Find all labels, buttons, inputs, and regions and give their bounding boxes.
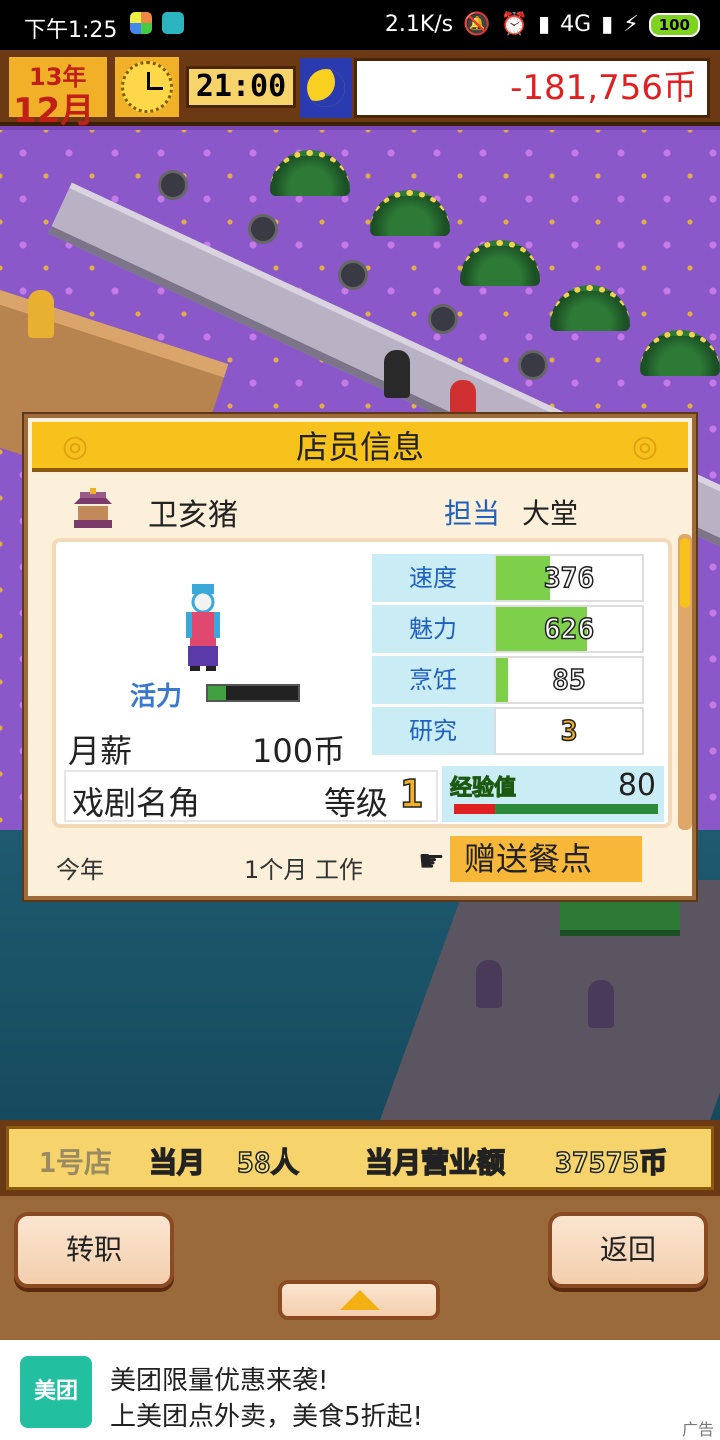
dialog-scrollbar[interactable] (678, 534, 692, 830)
transfer-job-button[interactable]: 转职 (14, 1212, 174, 1288)
stool (338, 260, 368, 290)
exp-label: 经验值 (449, 776, 517, 802)
stat-row-speed: 速度 376 (372, 554, 648, 602)
gift-meal-label: 赠送餐点 (450, 836, 642, 882)
top-hud: 13年 12月 21:00 -181,756币 (0, 50, 720, 131)
stat-name: 速度 (372, 554, 494, 602)
stool (248, 214, 278, 244)
notification-icons (130, 12, 184, 34)
stool (158, 170, 188, 200)
status-right: 2.1K/s 🔕 ⏰ ▮ 4G ▮ ⚡ 100 (385, 12, 700, 37)
shop-info-bar: 1号店 当月 58人 当月营业额 37575币 (0, 1120, 720, 1196)
exp-value: 80 (617, 768, 656, 803)
signal-icon-2: ▮ (601, 12, 614, 37)
shop-number: 1号店 (39, 1146, 112, 1179)
mute-icon: 🔕 (463, 12, 491, 37)
dept-value: 大堂 (522, 497, 579, 530)
gift-meal-button[interactable]: ☛ 赠送餐点 (418, 834, 642, 884)
staff-character (384, 350, 410, 398)
battery-indicator: 100 (648, 12, 700, 37)
dept-label: 担当 (444, 497, 501, 530)
expand-up-button[interactable] (278, 1280, 440, 1320)
stat-bar: 626 (494, 605, 644, 653)
footer-year: 今年 (56, 856, 104, 884)
app-notification-icon (130, 12, 152, 34)
stat-bar: 376 (494, 554, 644, 602)
rank-box: 戏剧名角 等级 1 (64, 770, 438, 822)
salary-label: 月薪 (68, 732, 133, 770)
month-label: 当月 (148, 1145, 206, 1180)
staff-info-dialog: 店员信息 卫亥猪 担当 大堂 活力 月薪 100币 速度 376 (24, 414, 696, 900)
stat-value: 85 (551, 662, 586, 697)
stats-table: 速度 376 魅力 626 烹饪 85 研究 3 (372, 554, 648, 758)
pedestrian-character (476, 960, 502, 1008)
pointing-hand-icon: ☛ (418, 844, 445, 879)
status-bar: 下午1:25 2.1K/s 🔕 ⏰ ▮ 4G ▮ ⚡ 100 (0, 0, 720, 50)
stool (428, 304, 458, 334)
bottom-button-area: 转职 返回 (0, 1196, 720, 1340)
pedestrian-character (588, 980, 614, 1028)
ad-banner[interactable]: 美团 美团限量优惠来袭! 上美团点外卖，美食5折起! 广告 (0, 1340, 720, 1440)
salary-value: 100币 (252, 732, 346, 770)
shop-roof (560, 900, 680, 936)
meituan-logo: 美团 (20, 1356, 92, 1428)
charging-icon: ⚡ (623, 12, 639, 37)
dialog-title: 店员信息 (32, 422, 688, 472)
footer-work-duration: 1个月 工作 (244, 856, 363, 884)
signal-icon: ▮ (537, 12, 551, 37)
back-button[interactable]: 返回 (548, 1212, 708, 1288)
tv-app-icon (162, 12, 184, 34)
staff-detail-panel: 活力 月薪 100币 速度 376 魅力 626 烹饪 85 研究 3 戏剧名角 (52, 538, 672, 828)
customer-character (28, 290, 54, 338)
stat-row-research: 研究 3 (372, 707, 648, 755)
visitor-count: 58人 (236, 1145, 299, 1180)
staff-name: 卫亥猪 (148, 498, 238, 533)
stat-name: 烹饪 (372, 656, 494, 704)
vitality-bar (206, 684, 300, 702)
clock-icon (112, 54, 182, 120)
vitality-label: 活力 (130, 682, 183, 712)
exp-bar (454, 804, 658, 814)
network-type: 4G (560, 12, 592, 37)
pagoda-icon (74, 488, 112, 528)
ad-mark: 广告 (681, 1420, 714, 1439)
alarm-icon: ⏰ (500, 12, 528, 37)
stat-value: 376 (543, 560, 595, 595)
stat-name: 魅力 (372, 605, 494, 653)
rank-value: 1 (399, 771, 423, 817)
date-panel: 13年 12月 (6, 54, 110, 131)
stat-row-cooking: 烹饪 85 (372, 656, 648, 704)
status-time: 下午1:25 (24, 18, 118, 43)
moon-icon (300, 58, 352, 118)
stool (518, 350, 548, 380)
time-display: 21:00 (186, 66, 296, 108)
revenue-label: 当月营业额 (364, 1145, 506, 1180)
network-speed: 2.1K/s (384, 12, 454, 37)
ad-title: 美团限量优惠来袭! (110, 1366, 329, 1396)
staff-portrait (186, 584, 220, 671)
month-display: 12月 (13, 91, 95, 131)
ad-subtitle: 上美团点外卖，美食5折起! (110, 1402, 423, 1432)
rank-title: 戏剧名角 (72, 784, 201, 822)
stat-bar: 85 (494, 656, 644, 704)
rank-label: 等级 (324, 784, 389, 822)
up-arrow-icon (340, 1290, 380, 1310)
stat-row-charm: 魅力 626 (372, 605, 648, 653)
money-display: -181,756币 (354, 58, 710, 118)
stat-name: 研究 (372, 707, 494, 755)
stat-bar: 3 (494, 707, 644, 755)
stat-value: 626 (543, 611, 595, 646)
stat-value: 3 (560, 713, 578, 748)
revenue-value: 37575币 (554, 1145, 668, 1180)
exp-box: 经验值 80 (442, 766, 664, 822)
